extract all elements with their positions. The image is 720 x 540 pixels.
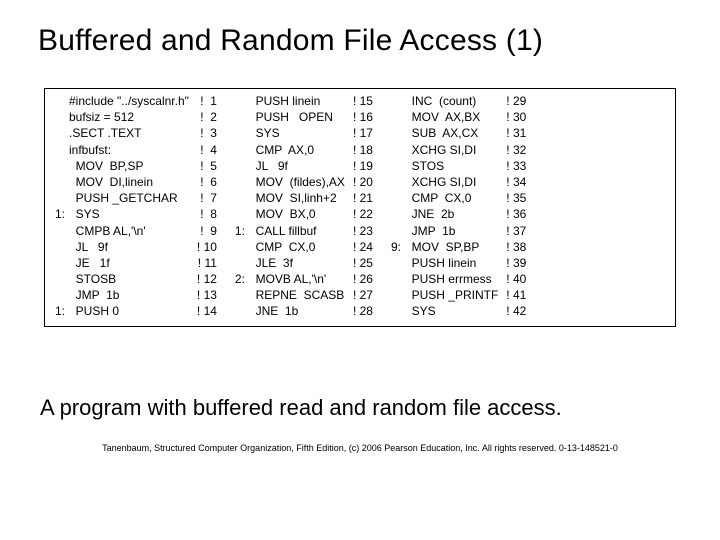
code-column-1: 1: 1: #include "../syscalnr.h" bufsiz = … [51, 93, 217, 320]
slide: Buffered and Random File Access (1) 1: 1… [0, 0, 720, 540]
col2-labels: 1: 2: [231, 93, 245, 320]
code-column-2: 1: 2: PUSH linein PUSH OPEN SYS CMP AX,0… [231, 93, 373, 320]
figure-caption: A program with buffered read and random … [40, 395, 692, 421]
copyright-line: Tanenbaum, Structured Computer Organizat… [28, 443, 692, 453]
code-listing: 1: 1: #include "../syscalnr.h" bufsiz = … [44, 88, 676, 327]
col1-instructions: #include "../syscalnr.h" bufsiz = 512 .S… [69, 93, 189, 320]
col1-line-numbers: ! 1 ! 2 ! 3 ! 4 ! 5 ! 6 ! 7 ! 8 ! 9 ! 10… [193, 93, 217, 320]
code-column-3: 9: INC (count) MOV AX,BX SUB AX,CX XCHG … [387, 93, 526, 320]
col2-line-numbers: ! 15 ! 16 ! 17 ! 18 ! 19 ! 20 ! 21 ! 22 … [349, 93, 373, 320]
col3-line-numbers: ! 29 ! 30 ! 31 ! 32 ! 33 ! 34 ! 35 ! 36 … [502, 93, 526, 320]
page-title: Buffered and Random File Access (1) [38, 24, 692, 58]
col2-instructions: PUSH linein PUSH OPEN SYS CMP AX,0 JL 9f… [249, 93, 345, 320]
col3-labels: 9: [387, 93, 401, 320]
col3-instructions: INC (count) MOV AX,BX SUB AX,CX XCHG SI,… [405, 93, 498, 320]
col1-labels: 1: 1: [51, 93, 65, 320]
